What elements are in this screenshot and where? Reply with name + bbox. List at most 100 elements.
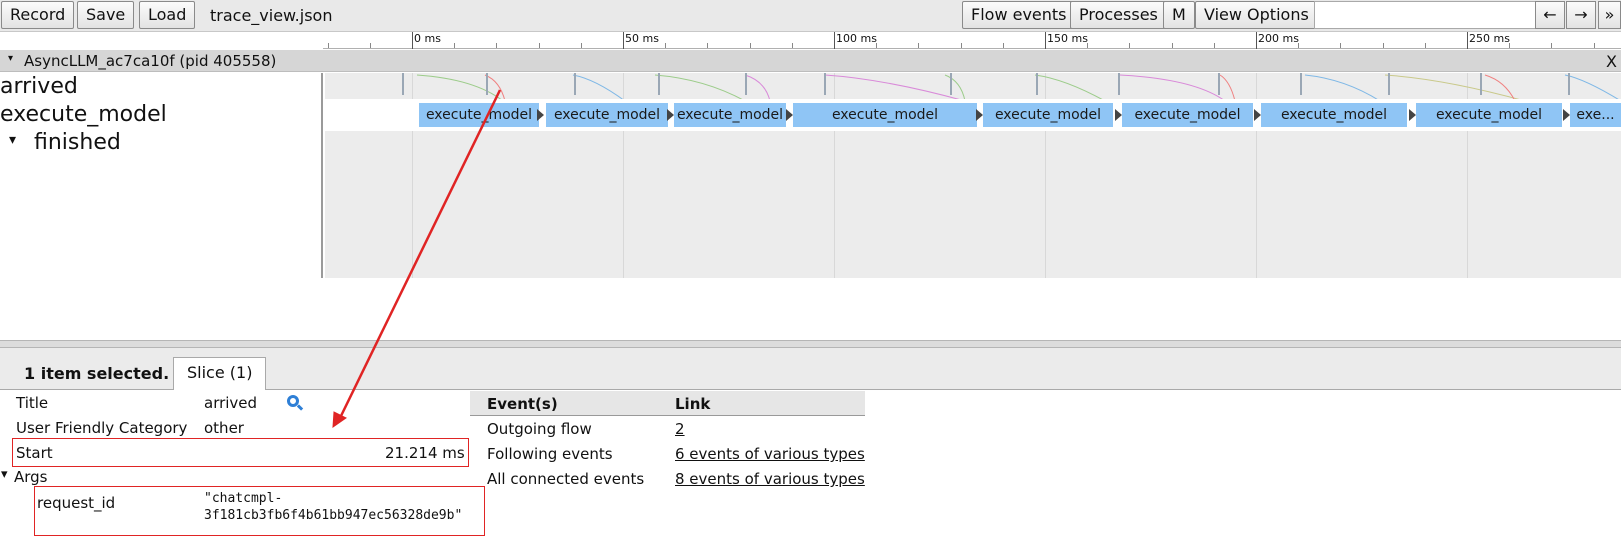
track-labels: arrived execute_model ▾ finished: [0, 73, 323, 278]
category-label: User Friendly Category: [16, 419, 188, 437]
slice-execute-model[interactable]: execute_model: [1261, 103, 1407, 127]
timeline-tracks[interactable]: execute_model execute_model execute_mode…: [325, 73, 1621, 278]
ruler-minor-tick: [1551, 43, 1552, 48]
prev-result-button[interactable]: ←: [1535, 1, 1565, 29]
ruler-minor-tick: [1214, 43, 1215, 48]
analysis-tabs: 1 item selected. Slice (1): [0, 348, 1621, 390]
expand-finished-icon[interactable]: ▾: [9, 132, 16, 148]
ruler-label: 0 ms: [414, 32, 441, 45]
ruler-minor-tick: [1129, 43, 1130, 48]
panel-resizer[interactable]: [0, 340, 1621, 348]
view-options-button[interactable]: View Options: [1195, 1, 1318, 29]
flow-arrow-icon: [1563, 109, 1570, 121]
slice-execute-model[interactable]: execute_model: [1416, 103, 1562, 127]
ruler-label: 100 ms: [836, 32, 877, 45]
flow-arrow-icon: [1254, 109, 1261, 121]
ruler-minor-tick: [496, 43, 497, 48]
ruler-minor-tick: [328, 43, 329, 48]
ruler-minor-tick: [454, 43, 455, 48]
metadata-button[interactable]: M: [1163, 1, 1195, 29]
table-row: All connected events 8 events of various…: [470, 466, 865, 491]
request-id-label: request_id: [37, 494, 116, 512]
ruler-minor-tick: [1509, 43, 1510, 48]
ruler-label: 250 ms: [1469, 32, 1510, 45]
ruler-minor-tick: [1594, 43, 1595, 48]
table-row: Outgoing flow 2: [470, 416, 865, 441]
slice-execute-model[interactable]: execute_model: [546, 103, 668, 127]
process-title: AsyncLLM_ac7ca10f (pid 405558): [24, 52, 277, 70]
ruler-minor-tick: [581, 43, 582, 48]
request-id-value-line2: 3f181cb3fb6f4b61bb947ec56328de9b": [204, 508, 463, 523]
slice-execute-model[interactable]: execute_model: [419, 103, 539, 127]
title-label: Title: [16, 394, 49, 412]
slice-execute-model[interactable]: execute_model: [793, 103, 977, 127]
flow-arrow-icon: [786, 109, 793, 121]
title-value: arrived: [204, 394, 258, 412]
flow-arrow-icon: [1409, 109, 1416, 121]
ruler-minor-tick: [918, 43, 919, 48]
flow-arrow-icon: [1115, 109, 1122, 121]
record-button[interactable]: Record: [1, 1, 75, 29]
ruler-minor-tick: [750, 43, 751, 48]
ruler-minor-tick: [876, 43, 877, 48]
events-table-header: Event(s) Link: [470, 391, 865, 416]
save-button[interactable]: Save: [77, 1, 135, 29]
toolbar: Record Save Load trace_view.json Flow ev…: [0, 0, 1621, 32]
events-table: Event(s) Link Outgoing flow 2 Following …: [470, 391, 865, 491]
file-name: trace_view.json: [210, 6, 333, 25]
processes-button[interactable]: Processes: [1070, 1, 1167, 29]
ruler-minor-tick: [1298, 43, 1299, 48]
category-value: other: [204, 419, 244, 437]
flow-arrow-icon: [537, 109, 544, 121]
load-button[interactable]: Load: [139, 1, 196, 29]
slice-execute-model[interactable]: execute_model: [1122, 103, 1253, 127]
event-name: All connected events: [487, 470, 645, 488]
event-link[interactable]: 2: [675, 420, 685, 438]
more-button[interactable]: »: [1598, 1, 1621, 29]
table-row: Following events 6 events of various typ…: [470, 441, 865, 466]
track-label-arrived[interactable]: arrived: [0, 74, 78, 99]
events-column-header: Event(s): [487, 395, 558, 413]
tab-slice[interactable]: Slice (1): [173, 357, 267, 390]
ruler-minor-tick: [707, 43, 708, 48]
track-label-finished[interactable]: finished: [34, 130, 121, 155]
event-link[interactable]: 6 events of various types: [675, 445, 865, 463]
ruler-minor-tick: [370, 43, 371, 48]
start-value: 21.214 ms: [385, 444, 465, 462]
args-expand-icon[interactable]: ▾: [1, 467, 8, 482]
selection-count: 1 item selected.: [24, 364, 170, 383]
ruler-label: 50 ms: [625, 32, 659, 45]
link-column-header: Link: [675, 395, 711, 413]
time-ruler[interactable]: 0 ms 50 ms 100 ms 150 ms 200 ms 250 ms: [323, 32, 1621, 49]
ruler-minor-tick: [1087, 43, 1088, 48]
start-label: Start: [16, 444, 53, 462]
ruler-minor-tick: [1340, 43, 1341, 48]
ruler-minor-tick: [1003, 43, 1004, 48]
flow-events-button[interactable]: Flow events: [962, 1, 1076, 29]
flow-arrows-arrived: [402, 73, 1621, 101]
next-result-button[interactable]: →: [1566, 1, 1596, 29]
event-name: Following events: [487, 445, 613, 463]
search-icon[interactable]: [287, 395, 299, 407]
ruler-minor-tick: [1383, 43, 1384, 48]
ruler-minor-tick: [792, 43, 793, 48]
ruler-label: 200 ms: [1258, 32, 1299, 45]
search-input[interactable]: [1314, 1, 1537, 29]
event-link[interactable]: 8 events of various types: [675, 470, 865, 488]
track-label-execute-model[interactable]: execute_model: [0, 102, 167, 127]
process-header[interactable]: ▾ AsyncLLM_ac7ca10f (pid 405558) X: [0, 50, 1621, 72]
slice-execute-model[interactable]: execute_model: [674, 103, 786, 127]
flow-arrow-icon: [976, 109, 983, 121]
request-id-value-line1: "chatcmpl-: [204, 491, 283, 506]
ruler-minor-tick: [961, 43, 962, 48]
slice-execute-model[interactable]: exe...: [1570, 103, 1621, 127]
ruler-minor-tick: [1425, 43, 1426, 48]
collapse-triangle-icon[interactable]: ▾: [8, 53, 13, 64]
ruler-label: 150 ms: [1047, 32, 1088, 45]
args-label[interactable]: Args: [14, 468, 48, 486]
ruler-minor-tick: [539, 43, 540, 48]
slice-execute-model[interactable]: execute_model: [983, 103, 1113, 127]
flow-arrow-icon: [667, 109, 674, 121]
slice-details: Title arrived User Friendly Category oth…: [0, 391, 1621, 550]
close-process-button[interactable]: X: [1606, 52, 1617, 71]
